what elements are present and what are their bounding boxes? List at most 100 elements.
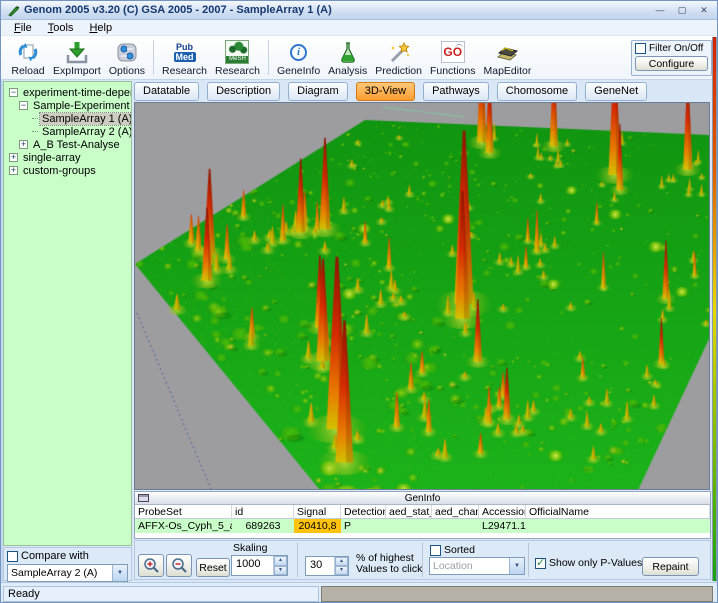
column-header[interactable]: Signal (294, 505, 341, 518)
tree-item-samplearray-2[interactable]: SampleArray 2 (A) (6, 125, 129, 138)
tab-pathways[interactable]: Pathways (423, 82, 489, 101)
toolbar: Reload ExpImport Options (1, 36, 718, 80)
geneinfo-panel: GenInfo ProbeSet id Signal Detection aed… (134, 491, 711, 539)
table-row[interactable]: AFFX-Os_Cyph_5_at 689263 20410,8 P L2947… (135, 519, 710, 533)
show-only-pvalues-checkbox[interactable] (535, 558, 546, 569)
sort-by-select[interactable]: Location (429, 557, 525, 575)
column-header[interactable]: ProbeSet (135, 505, 232, 518)
cell-detection: P (341, 519, 386, 533)
toolbar-separator (268, 40, 269, 75)
geneinfo-header: GenInfo (135, 492, 710, 505)
spin-down-icon[interactable]: ▼ (274, 566, 287, 576)
cell-aed-change (432, 519, 479, 533)
collapse-icon[interactable] (9, 88, 18, 97)
tree-item-ab-test-analyse[interactable]: A_B Test-Analyse (6, 138, 129, 151)
tree-item-samplearray-1[interactable]: SampleArray 1 (A) (6, 112, 129, 125)
column-header[interactable]: id (232, 505, 294, 518)
toolbar-label: GeneInfo (277, 65, 320, 77)
menu-file[interactable]: File (7, 21, 39, 35)
toolbar-button-research-pubmed[interactable]: Pub Med Research (158, 37, 211, 78)
sorted-checkbox[interactable] (430, 545, 441, 556)
compare-array-select[interactable]: SampleArray 2 (A) (7, 564, 128, 582)
zoom-in-button[interactable] (138, 554, 164, 577)
dropdown-arrow-icon[interactable] (112, 565, 127, 581)
toolbar-button-analysis[interactable]: Analysis (324, 37, 371, 78)
toolbar-button-options[interactable]: Options (105, 37, 149, 78)
status-bar: Ready (1, 582, 718, 603)
view-controls: Reset Skaling 1000 ▲▼ 30 ▲▼ % of highest… (134, 540, 711, 580)
zoom-out-button[interactable] (166, 554, 192, 577)
toolbar-button-reload[interactable]: Reload (7, 37, 49, 78)
cell-aed-stat-p (386, 519, 432, 533)
tree-item-custom-groups[interactable]: custom-groups (6, 164, 129, 177)
toolbar-label: MapEditor (484, 65, 532, 77)
window-title: Genom 2005 v3.20 (C) GSA 2005 - 2007 - S… (24, 4, 653, 16)
tree-item-single-array[interactable]: single-array (6, 151, 129, 164)
compare-box: Compare with SampleArray 2 (A) (3, 547, 132, 581)
close-button[interactable] (697, 4, 711, 17)
maximize-button[interactable] (675, 4, 689, 17)
dropdown-arrow-icon[interactable] (509, 558, 524, 574)
tab-chomosome[interactable]: Chomosome (497, 82, 577, 101)
tree-item-sample-experiment[interactable]: Sample-Experiment (6, 99, 129, 112)
pubmed-icon: Pub Med (174, 39, 196, 65)
toolbar-button-geneinfo[interactable]: i GeneInfo (273, 37, 324, 78)
column-header[interactable]: OfficialName (526, 505, 710, 518)
repaint-button[interactable]: Repaint (642, 557, 699, 576)
toolbar-label: Analysis (328, 65, 367, 77)
skaling-spinner[interactable]: 1000 ▲▼ (231, 555, 288, 576)
toolbar-button-mapeditor[interactable]: MapEditor (480, 37, 536, 78)
spin-up-icon[interactable]: ▲ (274, 556, 287, 566)
column-header[interactable]: aed_stat_p... (386, 505, 432, 518)
toolbar-label: Functions (430, 65, 476, 77)
compare-with-checkbox[interactable] (7, 551, 18, 562)
tab-description[interactable]: Description (207, 82, 280, 101)
tab-3d-view[interactable]: 3D-View (356, 82, 415, 101)
expand-icon[interactable] (19, 140, 28, 149)
column-header[interactable]: AccessionN... (479, 505, 526, 518)
toolbar-label: Options (109, 65, 145, 77)
column-header[interactable]: Detection (341, 505, 386, 518)
title-bar: Genom 2005 v3.20 (C) GSA 2005 - 2007 - S… (1, 1, 718, 20)
spin-up-icon[interactable]: ▲ (335, 557, 348, 566)
menu-help[interactable]: Help (82, 21, 119, 35)
signal-color-scale (712, 37, 717, 581)
expand-icon[interactable] (9, 166, 18, 175)
separator (297, 543, 298, 577)
expand-icon[interactable] (9, 153, 18, 162)
toolbar-button-prediction[interactable]: Prediction (371, 37, 426, 78)
cell-id: 689263 (232, 519, 294, 533)
collapse-icon[interactable] (19, 101, 28, 110)
spin-down-icon[interactable]: ▼ (335, 566, 348, 575)
filter-on-off-checkbox[interactable] (635, 43, 646, 54)
configure-button[interactable]: Configure (635, 56, 708, 71)
mesh-icon: MeSH (225, 39, 249, 65)
magnifier-minus-icon (170, 557, 188, 575)
minimize-button[interactable] (653, 4, 667, 17)
toolbar-button-functions[interactable]: GO Functions (426, 37, 480, 78)
menu-tools[interactable]: Tools (41, 21, 81, 35)
tab-genenet[interactable]: GeneNet (585, 82, 647, 101)
geneinfo-column-headers: ProbeSet id Signal Detection aed_stat_p.… (135, 505, 710, 519)
percent-spinner[interactable]: 30 ▲▼ (305, 556, 349, 576)
menu-bar: File Tools Help (1, 20, 718, 36)
sorted-label: Sorted (444, 544, 475, 556)
toolbar-label: Research (215, 65, 260, 77)
toolbar-button-research-mesh[interactable]: MeSH Research (211, 37, 264, 78)
tab-datatable[interactable]: Datatable (134, 82, 199, 101)
filter-group: Filter On/Off Configure (631, 40, 712, 76)
view-tabs: Datatable Description Diagram 3D-View Pa… (134, 82, 647, 101)
prediction-wand-icon (386, 39, 412, 65)
toolbar-button-expimport[interactable]: ExpImport (49, 37, 105, 78)
tree-connector (32, 118, 38, 119)
column-header[interactable]: aed_change (432, 505, 479, 518)
reload-icon (15, 39, 41, 65)
reset-button[interactable]: Reset (196, 558, 230, 577)
geneinfo-title: GenInfo (135, 493, 710, 504)
3d-surface-view[interactable] (135, 103, 709, 489)
tab-diagram[interactable]: Diagram (288, 82, 348, 101)
toolbar-label: ExpImport (53, 65, 101, 77)
cell-probeset: AFFX-Os_Cyph_5_at (135, 519, 232, 533)
tree-item-experiment-time-dependent[interactable]: experiment-time-dependent (6, 86, 129, 99)
show-only-pvalues-option: Show only P-Values (535, 557, 642, 569)
